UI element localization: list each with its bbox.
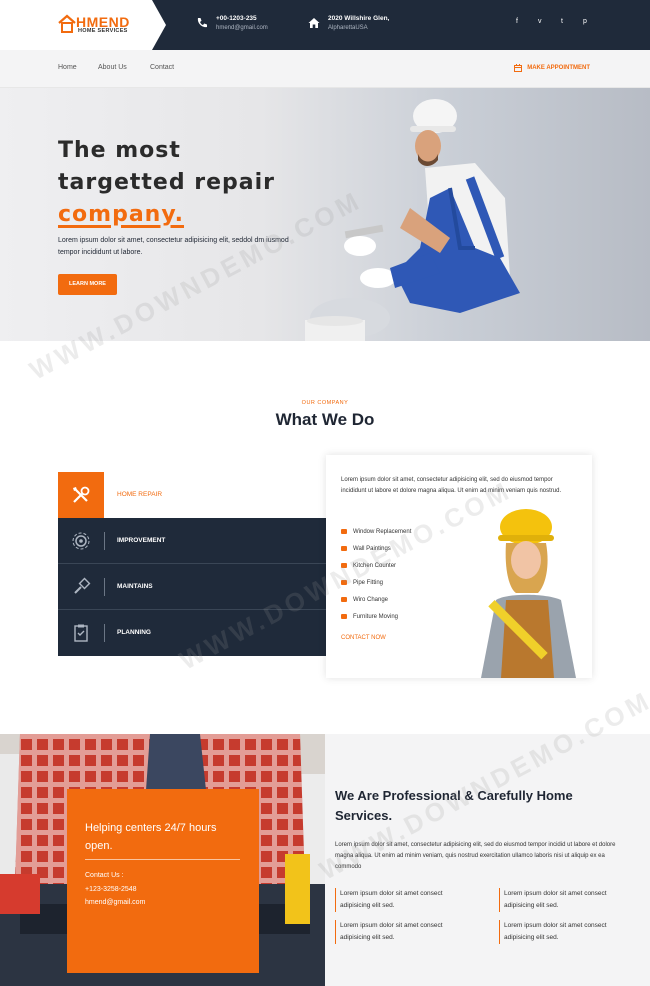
list-item: Wall Paintings (341, 540, 411, 557)
support-phone[interactable]: +123-3258-2548 (85, 886, 137, 893)
tools-icon (58, 472, 104, 518)
list-item: Furniture Moving (341, 608, 411, 625)
main-nav: Home About Us Contact MAKE APPOINTMENT (0, 50, 650, 88)
service-list: Window Replacement Wall Paintings Kitche… (341, 523, 411, 625)
nav-about[interactable]: About Us (98, 64, 127, 71)
tab-home-repair[interactable]: HOME REPAIR (58, 472, 326, 518)
bullet-icon (341, 529, 347, 534)
logo-tagline: HOME SERVICES (78, 28, 128, 34)
hero-heading-accent: company. (58, 202, 185, 227)
list-item-label: Wall Paintings (353, 545, 391, 552)
pinterest-icon[interactable]: p (583, 18, 587, 25)
section-eyebrow: OUR COMPANY (301, 400, 349, 406)
feature-item: Lorem ipsum dolor sit amet consect adipi… (499, 888, 624, 912)
twitter-icon[interactable]: t (561, 18, 563, 25)
phone-number: +00-1203-235 (216, 15, 257, 22)
house-logo-icon (58, 14, 76, 33)
contact-now-link[interactable]: CONTACT NOW (341, 635, 386, 641)
learn-more-button[interactable]: LEARN MORE (58, 274, 117, 295)
tab-planning[interactable]: PLANNING (58, 610, 326, 656)
list-item: Pipe Fitting (341, 574, 411, 591)
brush-icon (58, 564, 104, 610)
list-item-label: Kitchen Counter (353, 562, 397, 569)
address-line-1: 2020 Willshire Glen, (328, 15, 390, 22)
list-item-label: Pipe Fitting (353, 579, 384, 586)
tab-separator (104, 578, 105, 596)
feature-item: Lorem ipsum dolor sit amet consect adipi… (335, 920, 460, 944)
list-item-label: Wiro Change (353, 596, 389, 603)
nav-home[interactable]: Home (58, 64, 77, 71)
hero-heading-line-2: targetted repair (58, 170, 275, 195)
home-icon (308, 18, 320, 28)
tab-label: PLANNING (117, 629, 151, 636)
top-bar: HMEND HOME SERVICES +00-1203-235 hmend@g… (0, 0, 650, 50)
bullet-icon (341, 597, 347, 602)
female-worker-image (481, 509, 576, 678)
tab-maintains[interactable]: MAINTAINS (58, 564, 326, 610)
support-card-title: Helping centers 24/7 hours open. (85, 822, 217, 852)
clipboard-icon (58, 610, 104, 656)
logo[interactable]: HMEND HOME SERVICES (0, 0, 166, 50)
about-title: We Are Professional & Carefully Home Ser… (335, 788, 573, 823)
vimeo-icon[interactable]: v (538, 18, 542, 25)
feature-item: Lorem ipsum dolor sit amet consect adipi… (335, 888, 460, 912)
bullet-icon (341, 580, 347, 585)
service-tabs: HOME REPAIR IMPROVEMENT MAINTAINS PLANNI… (58, 472, 326, 656)
nav-contact[interactable]: Contact (150, 64, 174, 71)
list-item: Kitchen Counter (341, 557, 411, 574)
bullet-icon (341, 546, 347, 551)
address-line-2: AlpharettaUSA (328, 25, 368, 31)
hero-description: Lorem ipsum dolor sit amet, consectetur … (58, 237, 289, 256)
service-description: Lorem ipsum dolor sit amet, consectetur … (341, 477, 562, 494)
hero-banner: The most targetted repair company. Lorem… (0, 88, 650, 341)
tab-separator (104, 532, 105, 550)
contact-label: Contact Us : (85, 872, 124, 879)
calendar-icon (514, 64, 523, 72)
phone-contact[interactable]: +00-1203-235 hmend@gmail.com (196, 15, 268, 31)
make-appointment-link[interactable]: MAKE APPOINTMENT (514, 64, 590, 72)
divider (85, 859, 240, 860)
about-section: Helping centers 24/7 hours open. Contact… (0, 734, 650, 986)
tab-label: IMPROVEMENT (117, 537, 166, 544)
section-title: What We Do (275, 410, 375, 429)
hero-heading: The most targetted repair company. (58, 135, 275, 231)
hero-heading-line-1: The most (58, 138, 181, 163)
tab-label: HOME REPAIR (117, 491, 163, 498)
list-item: Wiro Change (341, 591, 411, 608)
facebook-icon[interactable]: f (516, 18, 518, 25)
make-appointment-label: MAKE APPOINTMENT (527, 65, 590, 71)
service-detail-panel: Lorem ipsum dolor sit amet, consectetur … (326, 455, 592, 678)
feature-item: Lorem ipsum dolor sit amet consect adipi… (499, 920, 624, 944)
about-description: Lorem ipsum dolor sit amet, consectetur … (335, 842, 616, 870)
support-card: Helping centers 24/7 hours open. Contact… (67, 789, 259, 973)
bullet-icon (341, 614, 347, 619)
support-email[interactable]: hmend@gmail.com (85, 899, 145, 906)
tab-separator (104, 624, 105, 642)
bullet-icon (341, 563, 347, 568)
phone-icon (197, 18, 207, 28)
tab-improvement[interactable]: IMPROVEMENT (58, 518, 326, 564)
repair-worker-image (305, 99, 520, 341)
email-address: hmend@gmail.com (216, 25, 268, 31)
list-item: Window Replacement (341, 523, 411, 540)
list-item-label: Furniture Moving (353, 613, 399, 620)
gear-icon (58, 518, 104, 564)
list-item-label: Window Replacement (353, 528, 412, 535)
tab-label: MAINTAINS (117, 583, 153, 590)
address-contact: 2020 Willshire Glen, AlpharettaUSA (308, 15, 389, 31)
